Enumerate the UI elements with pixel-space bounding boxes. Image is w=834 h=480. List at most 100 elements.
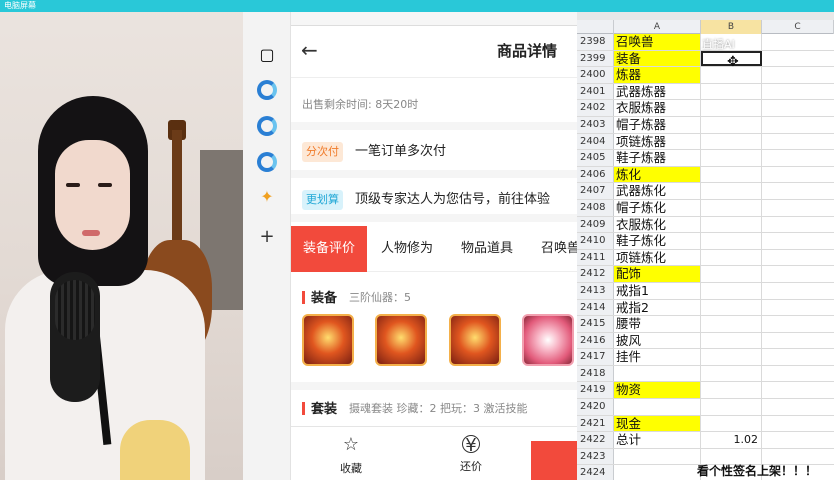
cell-c[interactable]	[762, 217, 834, 233]
row-number[interactable]: 2417	[577, 349, 614, 365]
cell-c[interactable]	[762, 100, 834, 116]
row-number[interactable]: 2404	[577, 133, 614, 150]
row-number[interactable]: 2421	[577, 415, 614, 432]
cell-b[interactable]	[701, 199, 762, 216]
cell-a[interactable]: 鞋子炼器	[614, 150, 701, 166]
row-number[interactable]: 2424	[577, 465, 614, 480]
cell-a[interactable]: 装备	[614, 50, 701, 67]
favorite-button[interactable]: ☆ 收藏	[321, 427, 381, 480]
cell-c[interactable]	[762, 316, 834, 332]
cell-b[interactable]	[701, 249, 762, 266]
row-number[interactable]: 2420	[577, 399, 614, 415]
tab-equipment-review[interactable]: 装备评价	[291, 226, 368, 272]
row-number[interactable]: 2416	[577, 332, 614, 349]
cell-b[interactable]: 1.02	[701, 432, 762, 448]
cell-a[interactable]: 现金	[614, 415, 701, 432]
cell-a[interactable]: 炼化	[614, 166, 701, 183]
installment-row[interactable]: 分次付 一笔订单多次付	[291, 130, 577, 178]
cell-b[interactable]	[701, 216, 762, 233]
cell-b[interactable]	[701, 365, 762, 382]
cell-a[interactable]	[614, 448, 701, 465]
tab-summons[interactable]: 召唤兽	[541, 226, 577, 272]
cell-b[interactable]	[701, 266, 762, 282]
cell-b[interactable]	[701, 299, 762, 316]
cell-a[interactable]: 帽子炼化	[614, 199, 701, 216]
appraisal-row[interactable]: 更划算 顶级专家达人为您估号，前往体验	[291, 178, 577, 222]
equipment-robe-icon[interactable]	[449, 314, 501, 366]
cell-a[interactable]	[614, 365, 701, 382]
cell-a[interactable]: 配饰	[614, 266, 701, 282]
cell-b[interactable]	[701, 349, 762, 365]
cell-a[interactable]: 总计	[614, 432, 701, 448]
row-number[interactable]: 2419	[577, 382, 614, 399]
row-number[interactable]: 2412	[577, 266, 614, 282]
cell-c[interactable]	[762, 183, 834, 199]
corner-cell[interactable]	[577, 20, 614, 34]
row-number[interactable]: 2411	[577, 249, 614, 266]
row-number[interactable]: 2415	[577, 316, 614, 332]
row-number[interactable]: 2400	[577, 67, 614, 83]
cell-c[interactable]	[762, 266, 834, 282]
game-app-icon[interactable]: ✦	[255, 184, 279, 208]
bargain-button[interactable]: ¥ 还价	[441, 427, 501, 480]
cell-b[interactable]	[701, 399, 762, 415]
cell-c[interactable]	[762, 51, 834, 67]
row-number[interactable]: 2398	[577, 34, 614, 50]
row-number[interactable]: 2408	[577, 199, 614, 216]
cell-a[interactable]: 项链炼化	[614, 249, 701, 266]
row-number[interactable]: 2406	[577, 166, 614, 183]
cell-c[interactable]	[762, 283, 834, 299]
row-number[interactable]: 2403	[577, 116, 614, 133]
cell-b[interactable]	[701, 116, 762, 133]
cell-b[interactable]	[701, 382, 762, 399]
cell-b[interactable]	[701, 282, 762, 299]
back-arrow-icon[interactable]: ←	[301, 38, 318, 62]
cell-c[interactable]	[762, 34, 834, 50]
browser-icon-3[interactable]	[257, 152, 277, 172]
cell-b[interactable]	[701, 316, 762, 332]
cell-c[interactable]	[762, 167, 834, 183]
cell-b[interactable]	[701, 233, 762, 249]
equipment-armor-icon[interactable]	[375, 314, 427, 366]
cell-a[interactable]: 召唤兽	[614, 34, 701, 50]
cell-c[interactable]	[762, 233, 834, 249]
cell-a[interactable]: 武器炼器	[614, 83, 701, 100]
row-number[interactable]: 2405	[577, 150, 614, 166]
cell-a[interactable]: 挂件	[614, 349, 701, 365]
cell-a[interactable]	[614, 399, 701, 415]
cell-c[interactable]	[762, 200, 834, 216]
tabs-icon[interactable]: ▢	[255, 42, 279, 66]
column-header-c[interactable]: C	[762, 20, 834, 34]
cell-a[interactable]: 项链炼器	[614, 133, 701, 150]
column-header-b[interactable]: B	[701, 20, 762, 34]
cell-c[interactable]	[762, 67, 834, 83]
cell-a[interactable]	[614, 465, 701, 480]
cell-a[interactable]: 戒指1	[614, 282, 701, 299]
cell-c[interactable]	[762, 333, 834, 349]
cell-a[interactable]: 衣服炼化	[614, 216, 701, 233]
row-number[interactable]: 2399	[577, 50, 614, 67]
cell-a[interactable]: 腰带	[614, 316, 701, 332]
cell-b[interactable]	[701, 332, 762, 349]
add-icon[interactable]: +	[255, 224, 279, 248]
buy-button[interactable]	[531, 441, 577, 480]
cell-a[interactable]: 披风	[614, 332, 701, 349]
cell-a[interactable]: 炼器	[614, 67, 701, 83]
row-number[interactable]: 2418	[577, 365, 614, 382]
tab-items[interactable]: 物品道具	[461, 226, 513, 272]
column-header-a[interactable]: A	[614, 20, 701, 34]
cell-c[interactable]	[762, 150, 834, 166]
cell-a[interactable]: 鞋子炼化	[614, 233, 701, 249]
cell-a[interactable]: 武器炼化	[614, 183, 701, 199]
cell-b[interactable]	[701, 183, 762, 199]
cell-c[interactable]	[762, 117, 834, 133]
cell-a[interactable]: 帽子炼器	[614, 116, 701, 133]
cell-c[interactable]	[762, 399, 834, 415]
equipment-helmet-icon[interactable]	[302, 314, 354, 366]
cell-c[interactable]	[762, 250, 834, 266]
cell-c[interactable]	[762, 382, 834, 398]
row-number[interactable]: 2402	[577, 100, 614, 116]
row-number[interactable]: 2413	[577, 282, 614, 299]
cell-c[interactable]	[762, 300, 834, 316]
cell-c[interactable]	[762, 84, 834, 100]
